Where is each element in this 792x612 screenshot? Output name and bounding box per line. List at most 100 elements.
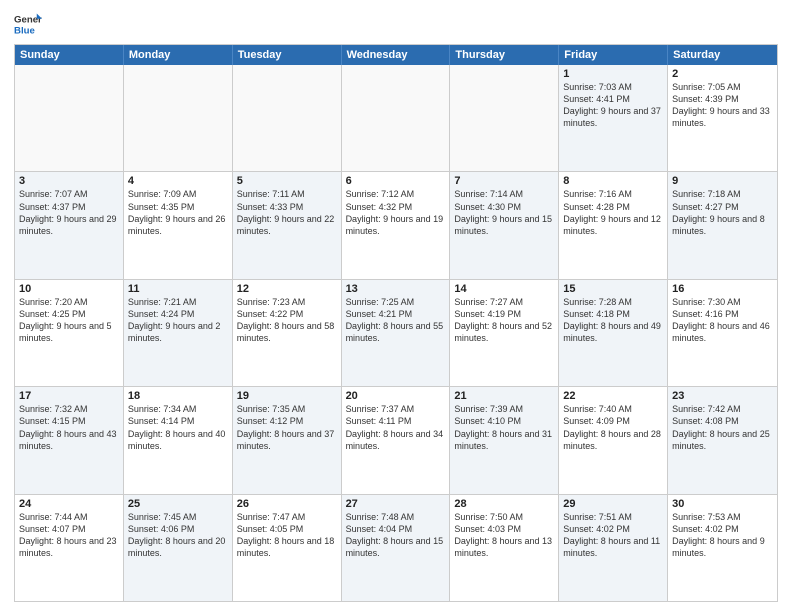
day-number: 6 (346, 175, 446, 187)
cell-info: Sunrise: 7:45 AM Sunset: 4:06 PM Dayligh… (128, 511, 228, 560)
cal-cell-empty-0-4 (450, 65, 559, 171)
day-number: 10 (19, 283, 119, 295)
cal-cell-day-12: 12Sunrise: 7:23 AM Sunset: 4:22 PM Dayli… (233, 280, 342, 386)
day-number: 3 (19, 175, 119, 187)
calendar-row-1: 1Sunrise: 7:03 AM Sunset: 4:41 PM Daylig… (15, 65, 777, 172)
cell-info: Sunrise: 7:12 AM Sunset: 4:32 PM Dayligh… (346, 188, 446, 237)
cal-cell-empty-0-2 (233, 65, 342, 171)
day-number: 26 (237, 498, 337, 510)
day-number: 5 (237, 175, 337, 187)
cal-cell-day-24: 24Sunrise: 7:44 AM Sunset: 4:07 PM Dayli… (15, 495, 124, 601)
weekday-header-monday: Monday (124, 45, 233, 65)
calendar: SundayMondayTuesdayWednesdayThursdayFrid… (14, 44, 778, 602)
logo-icon: General Blue (14, 10, 42, 38)
cal-cell-day-10: 10Sunrise: 7:20 AM Sunset: 4:25 PM Dayli… (15, 280, 124, 386)
cal-cell-day-17: 17Sunrise: 7:32 AM Sunset: 4:15 PM Dayli… (15, 387, 124, 493)
cell-info: Sunrise: 7:48 AM Sunset: 4:04 PM Dayligh… (346, 511, 446, 560)
day-number: 12 (237, 283, 337, 295)
day-number: 2 (672, 68, 773, 80)
day-number: 24 (19, 498, 119, 510)
cal-cell-day-15: 15Sunrise: 7:28 AM Sunset: 4:18 PM Dayli… (559, 280, 668, 386)
cell-info: Sunrise: 7:16 AM Sunset: 4:28 PM Dayligh… (563, 188, 663, 237)
cal-cell-day-4: 4Sunrise: 7:09 AM Sunset: 4:35 PM Daylig… (124, 172, 233, 278)
cal-cell-day-13: 13Sunrise: 7:25 AM Sunset: 4:21 PM Dayli… (342, 280, 451, 386)
cell-info: Sunrise: 7:53 AM Sunset: 4:02 PM Dayligh… (672, 511, 773, 560)
cell-info: Sunrise: 7:14 AM Sunset: 4:30 PM Dayligh… (454, 188, 554, 237)
cell-info: Sunrise: 7:47 AM Sunset: 4:05 PM Dayligh… (237, 511, 337, 560)
day-number: 9 (672, 175, 773, 187)
day-number: 30 (672, 498, 773, 510)
day-number: 25 (128, 498, 228, 510)
cal-cell-empty-0-1 (124, 65, 233, 171)
cell-info: Sunrise: 7:28 AM Sunset: 4:18 PM Dayligh… (563, 296, 663, 345)
day-number: 16 (672, 283, 773, 295)
calendar-body: 1Sunrise: 7:03 AM Sunset: 4:41 PM Daylig… (15, 65, 777, 601)
cal-cell-day-20: 20Sunrise: 7:37 AM Sunset: 4:11 PM Dayli… (342, 387, 451, 493)
cal-cell-day-23: 23Sunrise: 7:42 AM Sunset: 4:08 PM Dayli… (668, 387, 777, 493)
day-number: 23 (672, 390, 773, 402)
cal-cell-day-14: 14Sunrise: 7:27 AM Sunset: 4:19 PM Dayli… (450, 280, 559, 386)
day-number: 15 (563, 283, 663, 295)
cal-cell-day-2: 2Sunrise: 7:05 AM Sunset: 4:39 PM Daylig… (668, 65, 777, 171)
logo: General Blue (14, 10, 48, 38)
day-number: 14 (454, 283, 554, 295)
cal-cell-day-3: 3Sunrise: 7:07 AM Sunset: 4:37 PM Daylig… (15, 172, 124, 278)
cell-info: Sunrise: 7:11 AM Sunset: 4:33 PM Dayligh… (237, 188, 337, 237)
cell-info: Sunrise: 7:07 AM Sunset: 4:37 PM Dayligh… (19, 188, 119, 237)
cell-info: Sunrise: 7:44 AM Sunset: 4:07 PM Dayligh… (19, 511, 119, 560)
weekday-header-wednesday: Wednesday (342, 45, 451, 65)
day-number: 19 (237, 390, 337, 402)
day-number: 27 (346, 498, 446, 510)
cell-info: Sunrise: 7:40 AM Sunset: 4:09 PM Dayligh… (563, 403, 663, 452)
calendar-header: SundayMondayTuesdayWednesdayThursdayFrid… (15, 45, 777, 65)
page-header: General Blue (14, 10, 778, 38)
cal-cell-day-1: 1Sunrise: 7:03 AM Sunset: 4:41 PM Daylig… (559, 65, 668, 171)
cell-info: Sunrise: 7:05 AM Sunset: 4:39 PM Dayligh… (672, 81, 773, 130)
cell-info: Sunrise: 7:20 AM Sunset: 4:25 PM Dayligh… (19, 296, 119, 345)
cell-info: Sunrise: 7:32 AM Sunset: 4:15 PM Dayligh… (19, 403, 119, 452)
calendar-row-4: 17Sunrise: 7:32 AM Sunset: 4:15 PM Dayli… (15, 387, 777, 494)
day-number: 8 (563, 175, 663, 187)
cell-info: Sunrise: 7:25 AM Sunset: 4:21 PM Dayligh… (346, 296, 446, 345)
day-number: 17 (19, 390, 119, 402)
cal-cell-day-30: 30Sunrise: 7:53 AM Sunset: 4:02 PM Dayli… (668, 495, 777, 601)
day-number: 28 (454, 498, 554, 510)
cell-info: Sunrise: 7:30 AM Sunset: 4:16 PM Dayligh… (672, 296, 773, 345)
day-number: 22 (563, 390, 663, 402)
day-number: 7 (454, 175, 554, 187)
cal-cell-day-22: 22Sunrise: 7:40 AM Sunset: 4:09 PM Dayli… (559, 387, 668, 493)
cal-cell-day-8: 8Sunrise: 7:16 AM Sunset: 4:28 PM Daylig… (559, 172, 668, 278)
cal-cell-day-6: 6Sunrise: 7:12 AM Sunset: 4:32 PM Daylig… (342, 172, 451, 278)
cell-info: Sunrise: 7:50 AM Sunset: 4:03 PM Dayligh… (454, 511, 554, 560)
cell-info: Sunrise: 7:18 AM Sunset: 4:27 PM Dayligh… (672, 188, 773, 237)
day-number: 18 (128, 390, 228, 402)
day-number: 13 (346, 283, 446, 295)
cal-cell-day-29: 29Sunrise: 7:51 AM Sunset: 4:02 PM Dayli… (559, 495, 668, 601)
weekday-header-friday: Friday (559, 45, 668, 65)
calendar-row-5: 24Sunrise: 7:44 AM Sunset: 4:07 PM Dayli… (15, 495, 777, 601)
day-number: 21 (454, 390, 554, 402)
cal-cell-day-25: 25Sunrise: 7:45 AM Sunset: 4:06 PM Dayli… (124, 495, 233, 601)
svg-text:Blue: Blue (14, 26, 35, 37)
weekday-header-tuesday: Tuesday (233, 45, 342, 65)
cell-info: Sunrise: 7:51 AM Sunset: 4:02 PM Dayligh… (563, 511, 663, 560)
day-number: 29 (563, 498, 663, 510)
cell-info: Sunrise: 7:03 AM Sunset: 4:41 PM Dayligh… (563, 81, 663, 130)
cal-cell-day-11: 11Sunrise: 7:21 AM Sunset: 4:24 PM Dayli… (124, 280, 233, 386)
weekday-header-sunday: Sunday (15, 45, 124, 65)
day-number: 1 (563, 68, 663, 80)
cal-cell-day-21: 21Sunrise: 7:39 AM Sunset: 4:10 PM Dayli… (450, 387, 559, 493)
weekday-header-saturday: Saturday (668, 45, 777, 65)
cell-info: Sunrise: 7:35 AM Sunset: 4:12 PM Dayligh… (237, 403, 337, 452)
cal-cell-day-5: 5Sunrise: 7:11 AM Sunset: 4:33 PM Daylig… (233, 172, 342, 278)
cell-info: Sunrise: 7:42 AM Sunset: 4:08 PM Dayligh… (672, 403, 773, 452)
day-number: 11 (128, 283, 228, 295)
cell-info: Sunrise: 7:39 AM Sunset: 4:10 PM Dayligh… (454, 403, 554, 452)
cal-cell-day-9: 9Sunrise: 7:18 AM Sunset: 4:27 PM Daylig… (668, 172, 777, 278)
cal-cell-day-16: 16Sunrise: 7:30 AM Sunset: 4:16 PM Dayli… (668, 280, 777, 386)
cell-info: Sunrise: 7:34 AM Sunset: 4:14 PM Dayligh… (128, 403, 228, 452)
cell-info: Sunrise: 7:09 AM Sunset: 4:35 PM Dayligh… (128, 188, 228, 237)
calendar-row-2: 3Sunrise: 7:07 AM Sunset: 4:37 PM Daylig… (15, 172, 777, 279)
cal-cell-day-18: 18Sunrise: 7:34 AM Sunset: 4:14 PM Dayli… (124, 387, 233, 493)
day-number: 4 (128, 175, 228, 187)
